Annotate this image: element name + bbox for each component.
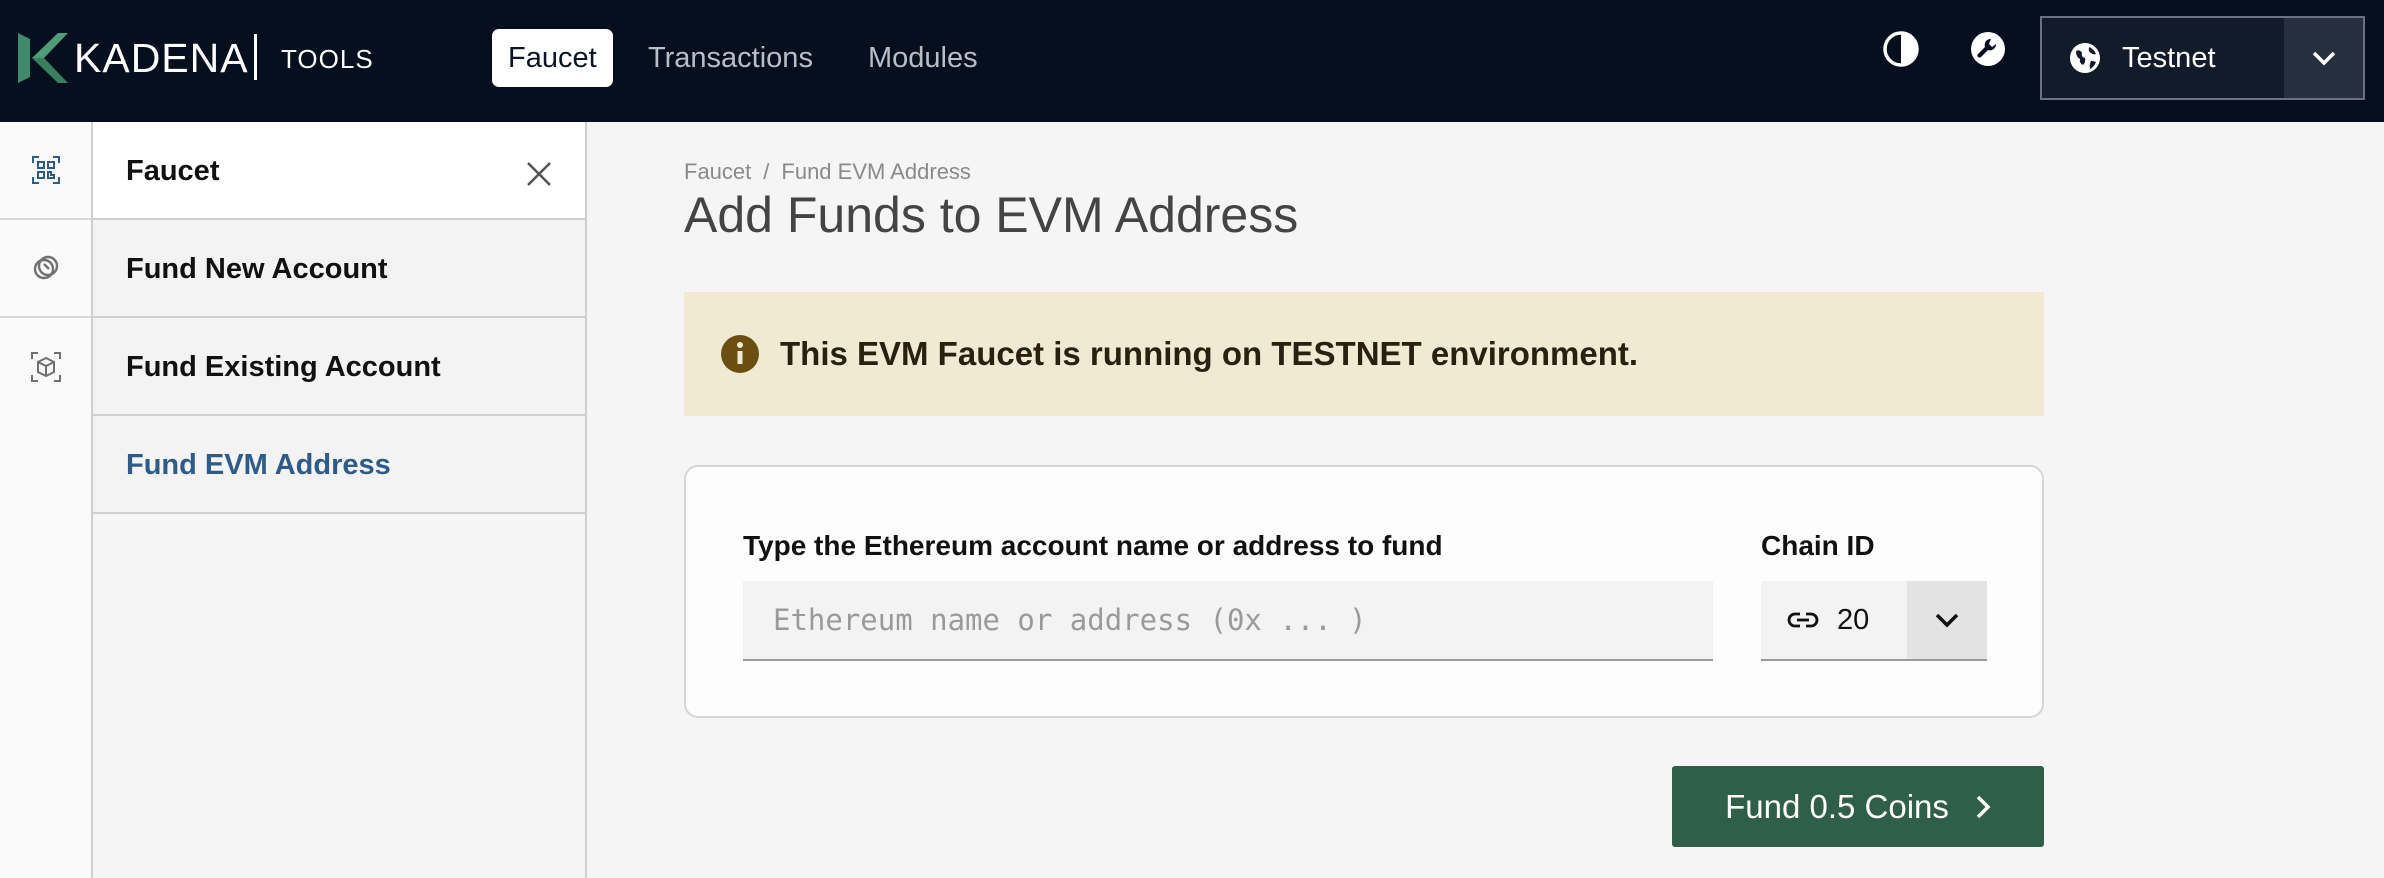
chain-id-value: 20	[1837, 603, 1870, 636]
chevron-down-icon	[2312, 51, 2335, 66]
contrast-icon[interactable]	[1882, 30, 1920, 68]
link-icon	[1787, 612, 1819, 628]
breadcrumb: Faucet / Fund EVM Address	[684, 159, 971, 185]
cube-icon	[30, 352, 61, 382]
chain-id-select[interactable]: 20	[1761, 581, 1987, 661]
logo-divider	[254, 34, 257, 80]
breadcrumb-root[interactable]: Faucet	[684, 159, 751, 184]
sidebar-item-fund-existing-account[interactable]: Fund Existing Account	[93, 318, 585, 416]
network-label: Testnet	[2122, 41, 2216, 74]
globe-icon	[2070, 43, 2100, 73]
chain-id-value-wrap[interactable]: 20	[1761, 581, 1907, 659]
kadena-logo[interactable]: KADENA	[18, 32, 249, 84]
coins-icon	[33, 255, 58, 280]
chevron-down-icon	[1935, 613, 1959, 628]
rail-item-transactions[interactable]	[0, 220, 91, 318]
side-panel-header: Faucet	[93, 122, 585, 220]
sidebar-item-label: Fund Existing Account	[126, 351, 441, 383]
sidebar-item-fund-new-account[interactable]: Fund New Account	[93, 220, 585, 318]
fund-button-label: Fund 0.5 Coins	[1725, 787, 1949, 825]
brand-name: KADENA	[74, 34, 249, 81]
sidebar-item-label: Fund EVM Address	[126, 449, 391, 481]
fund-form: Type the Ethereum account name or addres…	[684, 465, 2044, 718]
close-panel-button[interactable]	[525, 160, 553, 193]
alert-message: This EVM Faucet is running on TESTNET en…	[780, 335, 1639, 372]
qr-code-icon	[31, 156, 60, 184]
fund-button[interactable]: Fund 0.5 Coins	[1672, 766, 2044, 847]
icon-rail	[0, 122, 93, 878]
nav-faucet[interactable]: Faucet	[492, 29, 613, 87]
breadcrumb-current: Fund EVM Address	[781, 159, 971, 184]
breadcrumb-separator: /	[763, 159, 770, 184]
rail-item-faucet[interactable]	[0, 122, 91, 220]
nav-transactions[interactable]: Transactions	[632, 29, 829, 87]
chain-id-label: Chain ID	[1761, 530, 1875, 561]
chevron-right-icon	[1976, 795, 1991, 818]
nav-modules[interactable]: Modules	[852, 29, 994, 87]
side-panel-title: Faucet	[126, 155, 220, 187]
top-bar: KADENA TOOLS Faucet Transactions Modules…	[0, 0, 2384, 122]
address-input[interactable]	[743, 581, 1713, 661]
kadena-k-icon	[18, 33, 68, 83]
address-field-label: Type the Ethereum account name or addres…	[743, 530, 1443, 561]
rail-item-modules[interactable]	[0, 318, 91, 416]
wrench-icon[interactable]	[1969, 30, 2007, 68]
product-label: TOOLS	[281, 44, 374, 74]
side-panel: Faucet Fund New Account Fund Existing Ac…	[93, 122, 587, 878]
network-select[interactable]: Testnet	[2040, 16, 2365, 100]
chain-id-dropdown-button[interactable]	[1907, 581, 1987, 659]
sidebar-item-fund-evm-address[interactable]: Fund EVM Address	[93, 416, 585, 514]
network-dropdown-button[interactable]	[2284, 18, 2363, 98]
close-icon	[527, 162, 551, 186]
page-title: Add Funds to EVM Address	[684, 187, 1299, 243]
info-icon	[721, 335, 759, 373]
network-value[interactable]: Testnet	[2042, 18, 2284, 98]
sidebar-item-label: Fund New Account	[126, 253, 388, 285]
testnet-alert: This EVM Faucet is running on TESTNET en…	[684, 292, 2044, 416]
